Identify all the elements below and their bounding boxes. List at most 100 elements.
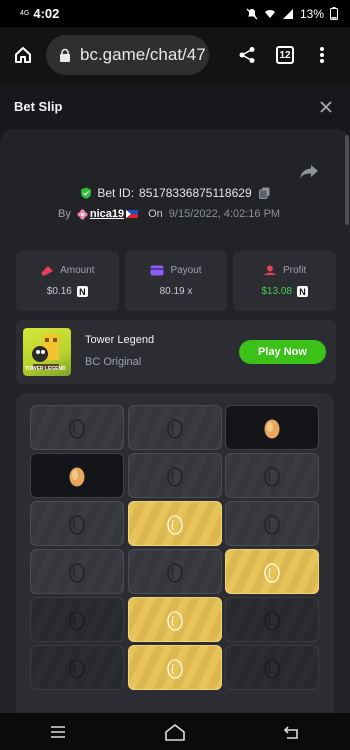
egg-icon <box>69 467 85 486</box>
address-bar[interactable]: bc.game/chat/47 <box>46 35 209 75</box>
browser-home-button[interactable] <box>0 32 46 78</box>
browser-menu-button[interactable] <box>308 41 336 69</box>
url-text: bc.game/chat/47 <box>80 45 206 64</box>
game-category: BC Original <box>85 356 142 368</box>
wifi-icon <box>264 9 275 18</box>
on-label: On <box>148 208 163 220</box>
thumbnail-caption: TOWER LEGEND <box>25 366 66 372</box>
tower-tile-gold <box>128 597 222 642</box>
browser-toolbar: bc.game/chat/47 12 <box>0 27 350 83</box>
tower-tile-gold <box>128 501 222 546</box>
tab-switcher-button[interactable]: 12 <box>271 41 299 69</box>
recents-button[interactable] <box>38 717 78 747</box>
share-icon <box>239 47 255 63</box>
bet-slip-page: Bet Slip Bet ID: 85178336875118629 By ni… <box>0 83 350 713</box>
currency-badge: N <box>296 286 308 297</box>
shield-check-icon <box>81 187 92 199</box>
back-button[interactable] <box>272 717 312 747</box>
bet-id-value: 85178336875118629 <box>139 186 252 200</box>
egg-outline-icon <box>167 610 183 631</box>
profit-label: Profit <box>283 265 307 276</box>
copy-icon[interactable] <box>258 187 270 199</box>
battery-icon <box>330 7 338 20</box>
profit-value: $13.08 <box>261 286 292 297</box>
bet-date: 9/15/2022, 4:02:16 PM <box>168 208 281 220</box>
bet-stats: Amount $0.16 N Payout 80.19 x Profit $13… <box>16 251 337 311</box>
egg-outline-icon <box>167 658 183 679</box>
payout-value: 80.19 x <box>159 286 193 297</box>
philippines-flag-icon <box>126 210 139 218</box>
bet-slip-header: Bet Slip <box>0 83 350 129</box>
recents-icon <box>51 725 66 738</box>
tower-tile-gold <box>225 549 319 594</box>
egg-outline-icon <box>167 562 183 583</box>
back-icon <box>283 725 298 739</box>
egg-outline-icon <box>69 562 85 583</box>
tower-tile-dark <box>128 405 222 450</box>
tower-grid <box>16 393 334 713</box>
home-outline-icon <box>165 723 185 741</box>
mute-icon <box>246 8 258 19</box>
tower-tile-dark <box>225 453 319 498</box>
amount-label: Amount <box>60 265 95 276</box>
tower-tile-shade <box>225 597 319 642</box>
egg-outline-icon <box>69 610 85 631</box>
currency-badge: N <box>76 286 88 297</box>
tower-tile-gold <box>128 645 222 690</box>
scrollbar[interactable] <box>345 135 349 225</box>
egg-outline-icon <box>167 418 183 439</box>
bet-id-row: Bet ID: 85178336875118629 <box>0 186 350 200</box>
by-label: By <box>58 208 71 220</box>
tower-tile-shade <box>225 645 319 690</box>
share-button[interactable] <box>229 37 265 73</box>
system-home-button[interactable] <box>155 717 195 747</box>
amount-icon <box>41 266 54 276</box>
tower-tile-dark <box>128 453 222 498</box>
tower-tile-dark <box>30 501 124 546</box>
tower-tile-dark <box>30 405 124 450</box>
battery-percent: 13% <box>299 6 324 21</box>
tower-tile-dark <box>225 501 319 546</box>
egg-outline-icon <box>167 466 183 487</box>
egg-outline-icon <box>264 514 280 535</box>
egg-outline-icon <box>264 610 280 631</box>
bet-id-label: Bet ID: <box>97 186 135 200</box>
play-now-button[interactable]: Play Now <box>239 340 326 364</box>
system-nav-bar <box>0 713 350 750</box>
tab-count: 12 <box>276 46 294 64</box>
username-link[interactable]: nica19 <box>77 208 139 220</box>
page-title: Bet Slip <box>14 98 63 114</box>
egg-outline-icon <box>264 658 280 679</box>
close-button[interactable] <box>316 97 336 117</box>
egg-outline-icon <box>167 514 183 535</box>
game-thumbnail[interactable]: TOWER LEGEND <box>23 328 71 376</box>
egg-outline-icon <box>264 466 280 487</box>
tower-tile-dark <box>30 549 124 594</box>
signal-icon <box>282 8 293 19</box>
payout-icon <box>150 265 164 276</box>
avatar-flower-icon <box>77 209 88 219</box>
profit-card: Profit $13.08 N <box>233 251 337 311</box>
network-indicator: 4G <box>20 10 30 17</box>
game-name: Tower Legend <box>85 334 155 346</box>
share-arrow-icon[interactable] <box>298 161 320 183</box>
tower-tile-dark <box>128 549 222 594</box>
tower-tile-black-egg <box>225 405 319 450</box>
tower-tile-shade <box>30 645 124 690</box>
egg-outline-icon <box>264 562 280 583</box>
amount-value: $0.16 <box>46 286 72 297</box>
egg-outline-icon <box>69 658 85 679</box>
more-vert-icon <box>320 47 324 63</box>
bet-author-row: By nica19 On 9/15/2022, 4:02:16 PM <box>58 208 280 220</box>
status-time: 4:02 <box>33 6 60 21</box>
egg-outline-icon <box>69 418 85 439</box>
close-icon <box>320 101 332 113</box>
game-card: TOWER LEGEND Tower Legend BC Original Pl… <box>16 320 336 384</box>
amount-card: Amount $0.16 N <box>16 251 119 311</box>
egg-icon <box>264 419 280 438</box>
status-bar: 4G 4:02 13% <box>0 0 350 27</box>
home-icon <box>15 47 31 63</box>
tower-tile-shade <box>30 597 124 642</box>
payout-label: Payout <box>170 265 202 276</box>
profit-icon <box>264 265 276 275</box>
